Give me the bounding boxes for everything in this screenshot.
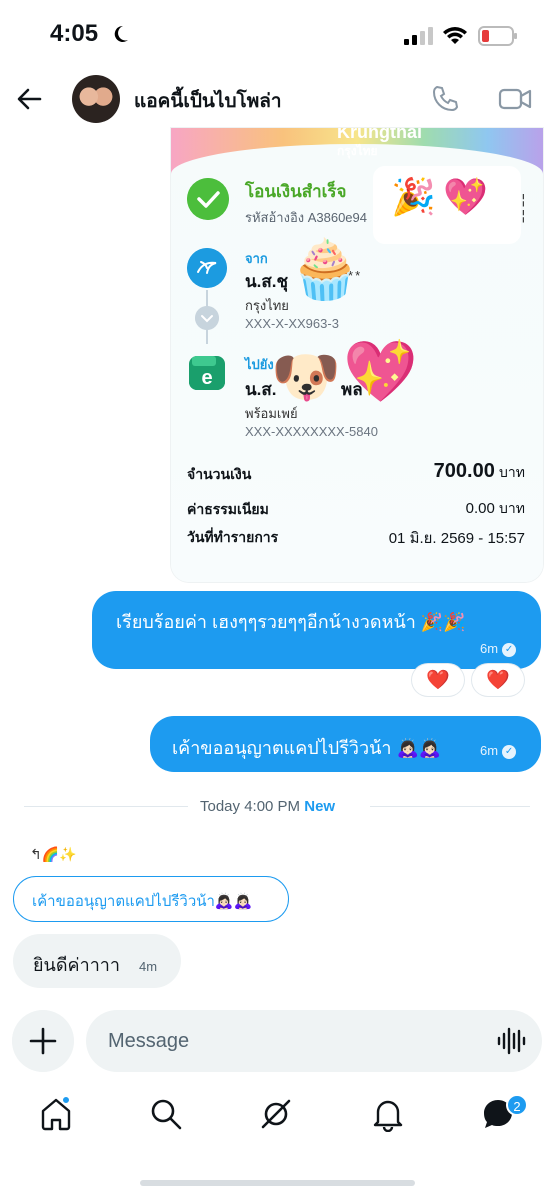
incoming-message-bubble[interactable]: ยินดีค่าาาา 4m (13, 934, 181, 988)
heart-reaction[interactable]: ❤️ (412, 664, 464, 696)
message-timestamp: 6m ✓ (480, 641, 517, 657)
transfer-receipt-image[interactable]: Krungthai กรุงไทย โอนเงินสำเร็จ รหัสอ้าง… (171, 128, 543, 582)
amount-value: 700.00 บาท (434, 460, 525, 484)
do-not-disturb-moon-icon (114, 25, 128, 42)
reference-number: รหัสอ้างอิง A3860e94 (245, 210, 367, 225)
notifications-bell-icon[interactable] (370, 1096, 406, 1132)
outgoing-message-bubble[interactable]: เรียบร้อยค่า เฮงๆๆรวยๆๆอีกน้างวดหน้า 🎉🎉 … (92, 591, 541, 669)
quoted-message[interactable]: เค้าขออนุญาตแคปไปรีวิวน้า🙇🏻‍♀️🙇🏻‍♀️ (13, 876, 289, 922)
success-check-icon (187, 178, 229, 220)
home-unread-dot (61, 1095, 71, 1105)
home-indicator (140, 1180, 415, 1186)
messages-badge: 2 (506, 1094, 528, 1116)
from-name: น.ส.ชุ (245, 272, 288, 291)
chevron-down-icon (195, 306, 219, 330)
divider-line-right (370, 806, 530, 807)
voice-message-icon[interactable] (496, 1026, 526, 1056)
amount-label: จำนวนเงิน (187, 466, 252, 482)
amount-unit: บาท (499, 464, 525, 480)
sticker-overlay-box: 🎉 💖 (373, 166, 521, 244)
sparkling-heart-sticker: 💖 (443, 177, 488, 218)
to-account: XXX-XXXXXXXX-5840 (245, 424, 378, 439)
fee-label: ค่าธรรมเนียม (187, 501, 269, 517)
puppy-face-sticker: 🐶 (271, 345, 341, 410)
grok-slash-icon[interactable] (258, 1096, 294, 1132)
new-messages-divider: Today 4:00 PM New (200, 798, 335, 815)
divider-time: Today 4:00 PM (200, 798, 301, 815)
fee: 0.00 (465, 500, 495, 517)
reply-indicator: ↰🌈✨ (30, 846, 77, 863)
message-text: เรียบร้อยค่า เฮงๆๆรวยๆๆอีกน้างวดหน้า 🎉🎉 (116, 612, 466, 632)
back-arrow-icon[interactable] (14, 84, 44, 114)
fee-unit: บาท (499, 500, 525, 516)
from-bank: กรุงไทย (245, 298, 289, 313)
from-label: จาก (245, 251, 268, 266)
transaction-date: 01 มิ.ย. 2569 - 15:57 (388, 530, 525, 547)
heart-reaction[interactable]: ❤️ (472, 664, 524, 696)
reply-arrow-icon: ↰ (30, 846, 42, 862)
read-check-icon: ✓ (502, 744, 517, 759)
battery-low-icon (478, 26, 517, 46)
bank-logo-text: Krungthai (337, 128, 422, 142)
from-account: XXX-X-XX963-3 (245, 316, 339, 331)
video-call-icon[interactable] (498, 84, 532, 114)
wifi-icon (443, 27, 467, 44)
receipt-edge-marks: ¦ ¦ (521, 192, 527, 224)
party-popper-sticker: 🎉 (391, 177, 436, 218)
message-time: 6m (480, 641, 499, 656)
bottom-tab-bar (0, 1090, 555, 1150)
contact-avatar[interactable] (72, 75, 120, 123)
message-time: 6m (480, 743, 499, 758)
add-attachment-button[interactable] (12, 1010, 74, 1072)
status-time: 4:05 (50, 20, 99, 47)
phone-call-icon[interactable] (430, 84, 460, 114)
cellular-signal-icon (404, 27, 433, 45)
search-icon[interactable] (148, 1096, 184, 1132)
chat-header: แอคนี้เป็นไบโพล่า (0, 70, 555, 128)
reply-indicator-emoji: 🌈✨ (41, 846, 77, 862)
svg-text:e: e (201, 367, 212, 389)
krungthai-bank-icon (187, 248, 227, 288)
message-timestamp: 6m ✓ (480, 743, 517, 759)
status-bar: 4:05 (0, 0, 555, 70)
fee-value: 0.00 บาท (466, 498, 525, 520)
bank-logo: Krungthai กรุงไทย (289, 128, 439, 158)
amount: 700.00 (433, 460, 495, 482)
read-check-icon: ✓ (502, 642, 517, 657)
bank-logo-thai: กรุงไทย (337, 144, 378, 158)
new-label: New (304, 798, 336, 815)
heart-sparkle-sticker: 💖 (343, 337, 418, 407)
message-time: 4m (139, 959, 158, 974)
message-input[interactable] (86, 1010, 542, 1072)
message-text: เค้าขออนุญาตแคปไปรีวิวน้า 🙇🏻‍♀️🙇🏻‍♀️ (172, 738, 442, 758)
divider-line-left (24, 806, 188, 807)
transfer-status-title: โอนเงินสำเร็จ (245, 182, 347, 201)
message-text: ยินดีค่าาาา (33, 955, 121, 975)
outgoing-message-bubble[interactable]: เค้าขออนุญาตแคปไปรีวิวน้า 🙇🏻‍♀️🙇🏻‍♀️ 6m ✓ (150, 716, 541, 772)
to-label: ไปยัง (245, 357, 274, 372)
e-wallet-icon: e (189, 356, 225, 390)
contact-name[interactable]: แอคนี้เป็นไบโพล่า (134, 86, 282, 116)
cupcake-sticker: 🧁 (289, 235, 362, 303)
date-label: วันที่ทำรายการ (187, 529, 279, 545)
